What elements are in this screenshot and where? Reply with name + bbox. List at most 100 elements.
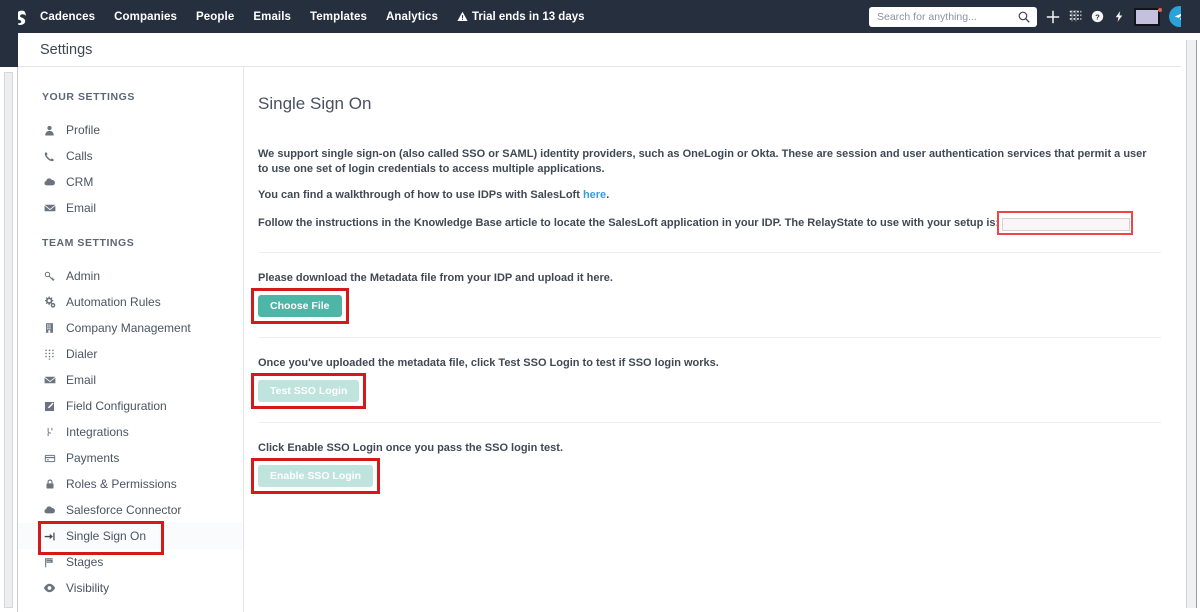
application-window: Cadences Companies People Emails Templat… bbox=[0, 0, 1200, 612]
sidebar-item-label: Calls bbox=[66, 149, 93, 163]
cloud-icon bbox=[42, 176, 57, 188]
lock-icon bbox=[42, 478, 57, 490]
sidebar-item-roles-permissions[interactable]: Roles & Permissions bbox=[18, 471, 243, 497]
settings-sidebar: YOUR SETTINGS Profile Calls CRM Email TE… bbox=[18, 67, 244, 612]
nav-link-people[interactable]: People bbox=[196, 11, 234, 23]
sidebar-item-company-management[interactable]: Company Management bbox=[18, 315, 243, 341]
choose-file-button[interactable]: Choose File bbox=[258, 295, 342, 317]
primary-nav: Cadences Companies People Emails Templat… bbox=[40, 11, 438, 23]
sidebar-item-field-configuration[interactable]: Field Configuration bbox=[18, 393, 243, 419]
envelope-icon bbox=[42, 202, 57, 214]
dialer-grid-icon[interactable] bbox=[1069, 10, 1082, 23]
sidebar-item-label: Admin bbox=[66, 269, 101, 283]
navbar-right-group: ? bbox=[869, 6, 1194, 27]
sidebar-item-payments[interactable]: Payments bbox=[18, 445, 243, 471]
nav-link-emails[interactable]: Emails bbox=[253, 11, 291, 23]
nav-link-templates[interactable]: Templates bbox=[310, 11, 367, 23]
flag-icon bbox=[42, 557, 57, 568]
metadata-instruction: Please download the Metadata file from y… bbox=[258, 272, 613, 284]
cloud-icon bbox=[42, 504, 57, 516]
sidebar-item-label: Salesforce Connector bbox=[66, 503, 182, 517]
enable-sso-instruction: Click Enable SSO Login once you pass the… bbox=[258, 442, 564, 454]
window-right-edge bbox=[1181, 0, 1200, 33]
sidebar-item-label: Automation Rules bbox=[66, 295, 161, 309]
sidebar-item-salesforce-connector[interactable]: Salesforce Connector bbox=[18, 497, 243, 523]
relaystate-input[interactable] bbox=[1002, 218, 1131, 231]
search-icon[interactable] bbox=[1018, 11, 1030, 23]
search-input[interactable] bbox=[877, 6, 1015, 27]
sidebar-item-email-team[interactable]: Email bbox=[18, 367, 243, 393]
walkthrough-suffix: . bbox=[606, 189, 610, 201]
building-icon bbox=[42, 322, 57, 334]
sidebar-item-profile[interactable]: Profile bbox=[18, 117, 243, 143]
enable-sso-section: Click Enable SSO Login once you pass the… bbox=[250, 441, 1161, 494]
notification-dot bbox=[1158, 7, 1162, 12]
sidebar-item-automation-rules[interactable]: Automation Rules bbox=[18, 289, 243, 315]
warning-triangle-icon bbox=[457, 11, 468, 22]
trial-status[interactable]: Trial ends in 13 days bbox=[457, 11, 585, 23]
sidebar-item-label: Stages bbox=[66, 555, 104, 569]
sidebar-item-admin[interactable]: Admin bbox=[18, 263, 243, 289]
page-scrollbar[interactable] bbox=[1186, 40, 1197, 608]
eye-icon bbox=[42, 583, 57, 593]
metadata-upload-section: Please download the Metadata file from y… bbox=[251, 271, 1161, 324]
trial-label: Trial ends in 13 days bbox=[472, 10, 585, 23]
page-header-title: Settings bbox=[40, 41, 93, 58]
envelope-icon bbox=[42, 374, 57, 386]
relaystate-annotation bbox=[997, 211, 1134, 235]
nav-link-companies[interactable]: Companies bbox=[114, 11, 177, 23]
sidebar-item-visibility[interactable]: Visibility bbox=[18, 575, 243, 601]
top-navbar: Cadences Companies People Emails Templat… bbox=[0, 0, 1200, 33]
svg-text:?: ? bbox=[1095, 12, 1100, 21]
relaystate-row: Follow the instructions in the Knowledge… bbox=[258, 211, 1161, 235]
sidebar-item-calls[interactable]: Calls bbox=[18, 143, 243, 169]
enable-sso-annotation: Enable SSO Login bbox=[250, 456, 381, 494]
help-circle-icon[interactable]: ? bbox=[1091, 10, 1104, 23]
nav-link-analytics[interactable]: Analytics bbox=[386, 11, 438, 23]
person-icon bbox=[42, 125, 57, 136]
body-area: YOUR SETTINGS Profile Calls CRM Email TE… bbox=[18, 67, 1181, 612]
sso-intro-paragraph: We support single sign-on (also called S… bbox=[258, 148, 1147, 175]
main-content: Single Sign On We support single sign-on… bbox=[244, 67, 1181, 612]
sidebar-item-label: Dialer bbox=[66, 347, 98, 361]
global-search[interactable] bbox=[869, 6, 1037, 27]
nav-link-cadences[interactable]: Cadences bbox=[40, 11, 95, 23]
choose-file-annotation: Choose File bbox=[251, 286, 348, 324]
relaystate-label: Follow the instructions in the Knowledge… bbox=[258, 216, 1000, 229]
sidebar-item-label: Integrations bbox=[66, 425, 129, 439]
sidebar-item-label: Email bbox=[66, 373, 97, 387]
plug-icon bbox=[42, 426, 57, 438]
test-sso-login-button[interactable]: Test SSO Login bbox=[258, 380, 360, 402]
sidebar-section-your-settings: YOUR SETTINGS bbox=[42, 91, 135, 103]
section-divider bbox=[258, 337, 1161, 338]
section-divider bbox=[258, 252, 1161, 253]
sidebar-item-single-sign-on[interactable]: Single Sign On bbox=[18, 521, 243, 555]
sidebar-item-crm[interactable]: CRM bbox=[18, 169, 243, 195]
sidebar-item-label: Profile bbox=[66, 123, 101, 137]
settings-header-bar: Settings bbox=[18, 33, 1181, 67]
section-divider bbox=[258, 422, 1161, 423]
sidebar-item-stages[interactable]: Stages bbox=[18, 549, 243, 575]
test-sso-instruction: Once you've uploaded the metadata file, … bbox=[258, 357, 719, 369]
walkthrough-paragraph: You can find a walkthrough of how to use… bbox=[258, 188, 1156, 203]
sidebar-item-label: Roles & Permissions bbox=[66, 477, 177, 491]
test-sso-annotation: Test SSO Login bbox=[250, 371, 367, 409]
user-avatar[interactable] bbox=[1134, 7, 1162, 26]
lightning-bolt-icon[interactable] bbox=[1113, 10, 1125, 23]
sidebar-section-team-settings: TEAM SETTINGS bbox=[42, 237, 135, 249]
key-icon bbox=[42, 271, 57, 282]
knowledge-base-link[interactable]: here bbox=[583, 189, 606, 201]
sidebar-item-label: Company Management bbox=[66, 321, 191, 335]
dialpad-icon bbox=[42, 349, 57, 360]
sidebar-item-dialer[interactable]: Dialer bbox=[18, 341, 243, 367]
sidebar-item-integrations[interactable]: Integrations bbox=[18, 419, 243, 445]
left-scrollbar[interactable] bbox=[4, 72, 13, 608]
sidebar-item-label: Payments bbox=[66, 451, 120, 465]
sidebar-item-label: Field Configuration bbox=[66, 399, 167, 413]
enable-sso-login-button[interactable]: Enable SSO Login bbox=[258, 465, 374, 487]
walkthrough-prefix: You can find a walkthrough of how to use… bbox=[258, 189, 583, 201]
sidebar-item-email-personal[interactable]: Email bbox=[18, 195, 243, 221]
add-plus-icon[interactable] bbox=[1046, 10, 1060, 24]
test-sso-section: Once you've uploaded the metadata file, … bbox=[250, 356, 1161, 409]
phone-icon bbox=[42, 151, 57, 162]
